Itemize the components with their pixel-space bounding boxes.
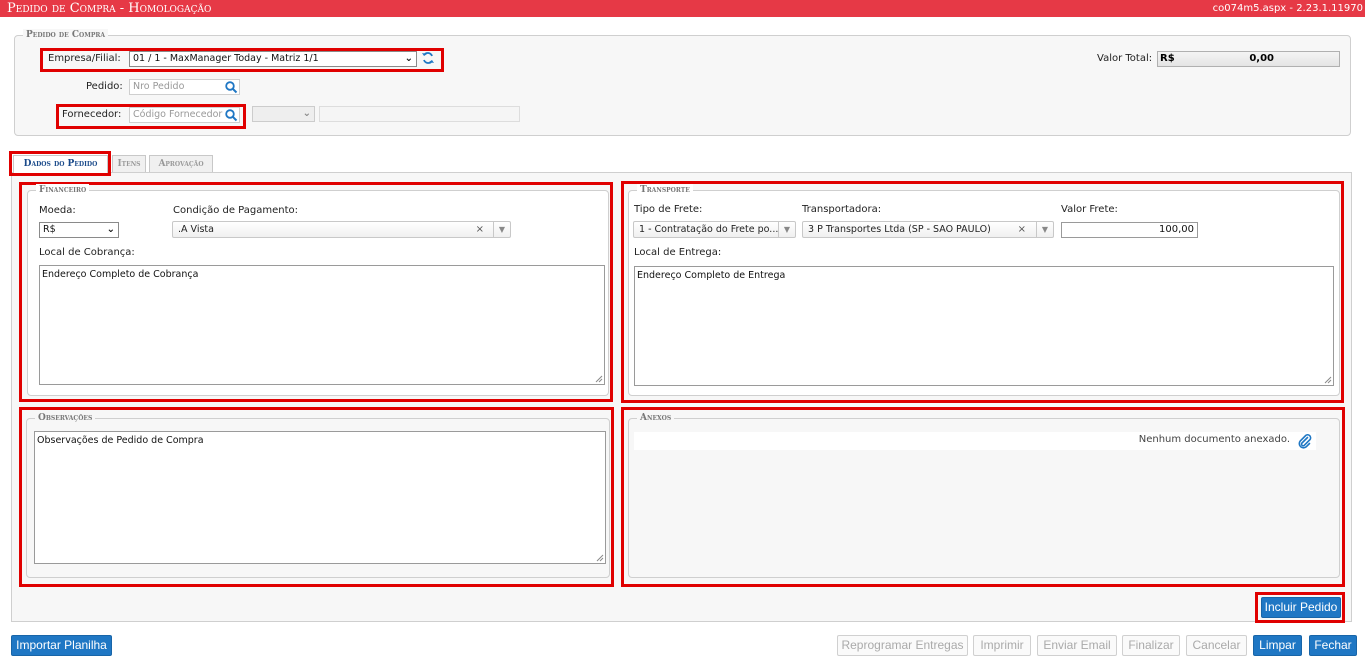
local-cobranca-value: Endereço Completo de Cobrança xyxy=(42,269,199,280)
incluir-pedido-button[interactable]: Incluir Pedido xyxy=(1261,597,1341,618)
pedido-placeholder: Nro Pedido xyxy=(133,81,185,92)
chevron-down-icon[interactable]: ▼ xyxy=(493,222,510,237)
fechar-button[interactable]: Fechar xyxy=(1309,635,1357,656)
tab-dados-do-pedido[interactable]: Dados do Pedido xyxy=(13,155,108,173)
valor-total-value: 0,00 xyxy=(1249,53,1274,64)
valor-total-currency: R$ xyxy=(1160,53,1175,64)
resize-grip-icon[interactable] xyxy=(596,554,604,562)
local-entrega-textarea[interactable]: Endereço Completo de Entrega xyxy=(634,266,1334,386)
valor-total-field: R$ 0,00 xyxy=(1157,51,1340,67)
cancelar-button[interactable]: Cancelar xyxy=(1186,635,1247,656)
local-cobranca-textarea[interactable]: Endereço Completo de Cobrança xyxy=(39,265,605,385)
observacoes-value: Observações de Pedido de Compra xyxy=(37,435,204,446)
valor-frete-label: Valor Frete: xyxy=(1061,204,1118,215)
resize-grip-icon[interactable] xyxy=(595,375,603,383)
valor-total-label: Valor Total: xyxy=(1097,53,1153,64)
fornecedor-name-display xyxy=(319,106,520,122)
fornecedor-input[interactable]: Código Fornecedor xyxy=(129,107,240,123)
resize-grip-icon[interactable] xyxy=(1324,376,1332,384)
tab-itens[interactable]: Itens xyxy=(112,155,146,172)
refresh-icon[interactable] xyxy=(421,51,435,65)
enviar-email-button[interactable]: Enviar Email xyxy=(1037,635,1117,656)
condicao-label: Condição de Pagamento: xyxy=(173,205,298,216)
valor-frete-input[interactable]: 100,00 xyxy=(1061,222,1198,238)
chevron-down-icon: ⌄ xyxy=(302,108,311,119)
pedido-label: Pedido: xyxy=(86,81,123,92)
reprogramar-entregas-button[interactable]: Reprogramar Entregas xyxy=(837,635,968,656)
clear-icon[interactable]: × xyxy=(476,222,484,237)
moeda-select[interactable]: R$ ⌄ xyxy=(39,222,119,238)
chevron-down-icon[interactable]: ▼ xyxy=(1036,222,1053,237)
chevron-down-icon: ⌄ xyxy=(106,224,115,235)
page-title: Pedido de Compra - Homologação xyxy=(7,1,212,16)
financeiro-legend: Financeiro xyxy=(36,184,90,196)
importar-planilha-button[interactable]: Importar Planilha xyxy=(11,635,112,656)
fornecedor-label: Fornecedor: xyxy=(62,109,122,120)
title-bar: Pedido de Compra - Homologação co074m5.a… xyxy=(0,0,1365,17)
tipo-frete-label: Tipo de Frete: xyxy=(634,204,703,215)
tab-aprovacao[interactable]: Aprovação xyxy=(149,155,213,172)
tipo-frete-combo[interactable]: 1 - Contratação do Frete po... ▼ xyxy=(633,221,796,238)
paperclip-icon[interactable] xyxy=(1297,433,1313,449)
chevron-down-icon[interactable]: ▼ xyxy=(778,222,795,237)
anexos-legend: Anexos xyxy=(637,412,675,424)
local-entrega-value: Endereço Completo de Entrega xyxy=(637,270,786,281)
valor-frete-value: 100,00 xyxy=(1159,224,1194,235)
local-cobranca-label: Local de Cobrança: xyxy=(39,247,135,258)
observacoes-textarea[interactable]: Observações de Pedido de Compra xyxy=(34,431,606,564)
empresa-label: Empresa/Filial: xyxy=(48,53,121,64)
anexos-empty-text: Nenhum documento anexado. xyxy=(1138,434,1290,445)
transportadora-label: Transportadora: xyxy=(802,204,882,215)
moeda-select-value: R$ xyxy=(43,224,56,235)
finalizar-button[interactable]: Finalizar xyxy=(1122,635,1180,656)
tipo-frete-value: 1 - Contratação do Frete po... xyxy=(639,224,779,235)
transportadora-combo[interactable]: 3 P Transportes Ltda (SP - SAO PAULO) × … xyxy=(802,221,1054,238)
transportadora-value: 3 P Transportes Ltda (SP - SAO PAULO) xyxy=(808,224,991,235)
condicao-combo[interactable]: .A Vista × ▼ xyxy=(172,221,511,238)
imprimir-button[interactable]: Imprimir xyxy=(973,635,1031,656)
limpar-button[interactable]: Limpar xyxy=(1253,635,1302,656)
empresa-select[interactable]: 01 / 1 - MaxManager Today - Matriz 1/1 ⌄ xyxy=(129,51,417,67)
fornecedor-placeholder: Código Fornecedor xyxy=(133,109,223,120)
moeda-label: Moeda: xyxy=(39,205,76,216)
anexos-list: Nenhum documento anexado. xyxy=(634,432,1316,450)
version-text: co074m5.aspx - 2.23.1.11970 xyxy=(1212,3,1363,14)
pedido-de-compra-legend: Pedido de Compra xyxy=(23,29,109,41)
observacoes-legend: Observações xyxy=(35,412,96,424)
transporte-legend: Transporte xyxy=(637,184,693,196)
search-icon[interactable] xyxy=(224,80,238,94)
condicao-value: .A Vista xyxy=(178,224,214,235)
chevron-down-icon: ⌄ xyxy=(404,53,413,64)
local-entrega-label: Local de Entrega: xyxy=(634,247,722,258)
search-icon[interactable] xyxy=(224,108,238,122)
pedido-input[interactable]: Nro Pedido xyxy=(129,79,240,95)
clear-icon[interactable]: × xyxy=(1018,222,1026,237)
fornecedor-type-select[interactable]: ⌄ xyxy=(252,106,315,122)
empresa-select-value: 01 / 1 - MaxManager Today - Matriz 1/1 xyxy=(133,53,319,64)
